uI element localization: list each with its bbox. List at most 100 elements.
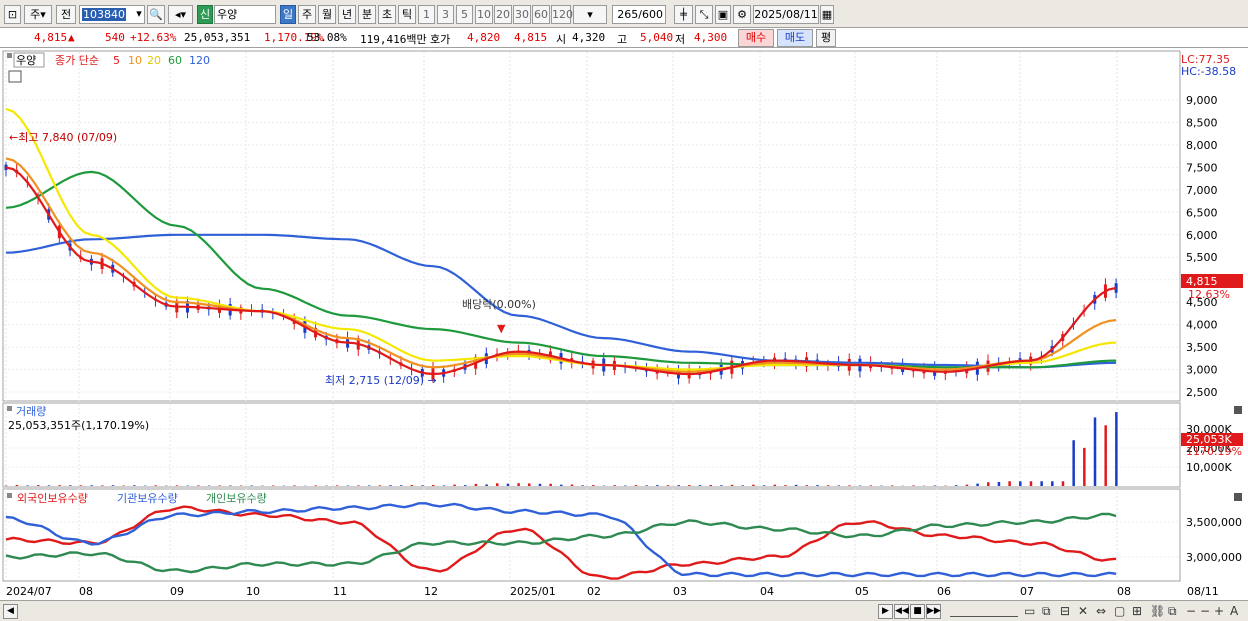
minute-3[interactable]: 3 (437, 5, 454, 24)
period-second[interactable]: 초 (378, 5, 396, 24)
date-field[interactable]: 2025/08/11 (753, 5, 819, 24)
period-year[interactable]: 년 (338, 5, 356, 24)
crosshair-icon[interactable]: ✕ (1078, 604, 1088, 619)
gallery-icon[interactable]: ⧉ (1168, 604, 1177, 619)
minute-1[interactable]: 1 (418, 5, 435, 24)
volume-bar (26, 485, 29, 486)
gear-icon[interactable]: ⚙ (733, 5, 751, 24)
x-axis-label: 04 (760, 585, 774, 598)
x-axis-label: 2025/01 (510, 585, 556, 598)
price-axis-ticks: 2,5003,0003,5004,0004,5005,0005,5006,000… (1186, 94, 1218, 399)
draw-tool-icon[interactable]: ⤡ (695, 5, 713, 24)
buy-button[interactable]: 매수 (738, 29, 774, 47)
minute-120[interactable]: 120 (551, 5, 573, 24)
volume-bar (485, 484, 488, 486)
grid-toggle-icon[interactable] (8, 70, 22, 83)
candle-icon[interactable]: ╪ (674, 5, 693, 24)
period-month[interactable]: 월 (318, 5, 336, 24)
volume-bar (37, 485, 40, 486)
ask-price-1: 4,820 (467, 31, 501, 44)
period-tick[interactable]: 틱 (398, 5, 416, 24)
zoom-in-icon[interactable]: + (1214, 604, 1224, 619)
x-axis-label: 10 (246, 585, 260, 598)
fast-forward-icon[interactable]: ▶▶ (926, 604, 941, 619)
minus-icon[interactable]: − (1200, 604, 1210, 619)
layout-icon[interactable]: ▭ (1024, 604, 1035, 619)
volume-bar (1115, 412, 1118, 486)
speaker-icon[interactable]: ◂▾ (168, 5, 193, 24)
price-tick-label: 7,500 (1186, 161, 1218, 174)
legend-individual: 개인보유수량 (206, 492, 267, 505)
zoom-out-icon[interactable]: − (1186, 604, 1196, 619)
legend-foreign: 외국인보유수량 (17, 492, 88, 505)
rewind-icon[interactable]: ◀◀ (894, 604, 909, 619)
high-price: 5,040 (640, 31, 674, 44)
minute-60[interactable]: 60 (532, 5, 550, 24)
tile-icon[interactable]: ⊞ (1132, 604, 1142, 619)
evaluate-button[interactable]: 평 (816, 29, 836, 47)
calendar-icon[interactable]: ▦ (820, 5, 834, 24)
resize-icon[interactable]: ⇔ (1096, 604, 1106, 619)
turnover-rate: 53.08% (307, 31, 347, 44)
x-axis-label: 02 (587, 585, 601, 598)
volume-bar (367, 485, 371, 486)
copy-icon[interactable]: ⧉ (1042, 604, 1051, 619)
volume-bar (752, 484, 755, 486)
split-icon[interactable]: ⊟ (1060, 604, 1070, 619)
volume-close-icon[interactable] (1234, 406, 1242, 414)
custom-period-select[interactable]: ▾ (573, 5, 607, 24)
volume-bar (90, 485, 93, 486)
chevron-down-icon[interactable]: ▾ (133, 5, 145, 24)
minute-10[interactable]: 10 (475, 5, 493, 24)
count-input[interactable]: 265/600 (612, 5, 666, 24)
period-minute[interactable]: 분 (358, 5, 376, 24)
window-icon[interactable]: ⊡ (4, 5, 21, 24)
font-size-icon[interactable]: A (1230, 604, 1238, 619)
prev-button[interactable]: 전 (56, 5, 76, 24)
save-icon[interactable]: ▣ (715, 5, 731, 24)
stop-icon[interactable]: ■ (910, 604, 925, 619)
price-tick-label: 3,000 (1186, 364, 1218, 377)
stock-name-field[interactable]: 우양 (214, 5, 276, 24)
volume-bar (453, 484, 456, 486)
volume-bar (538, 483, 542, 486)
period-day[interactable]: 일 (280, 5, 296, 24)
volume-bar (154, 485, 157, 486)
price-chart[interactable]: 우양 종가 단순 5 10 20 60 120 ←최고 7,840 (07/09… (0, 49, 1248, 600)
volume-bar (1029, 481, 1033, 486)
volume-bar (496, 483, 499, 486)
holdings-close-icon[interactable] (1234, 493, 1242, 501)
volume-value: 25,053,351 (184, 31, 251, 44)
scroll-left-icon[interactable]: ◀ (3, 604, 18, 619)
search-icon[interactable]: 🔍 (147, 5, 165, 24)
count-value: 265 (617, 8, 639, 21)
volume-bar (549, 483, 552, 486)
price-tick-label: 6,500 (1186, 206, 1218, 219)
volume-bar (955, 485, 958, 486)
link-icon[interactable]: ⛓ (1150, 604, 1165, 619)
period-week[interactable]: 주 (298, 5, 316, 24)
ma-60-label: 60 (168, 54, 182, 67)
minute-20[interactable]: 20 (494, 5, 512, 24)
chart-scrollbar[interactable]: ◀ ▶ ◀◀ ■ ▶▶ ▭ ⧉ ⊟ ✕ ⇔ ▢ ⊞ ⛓ ⧉ − − + A (0, 600, 1248, 621)
volume-bar (826, 485, 830, 486)
volume-bar (837, 485, 841, 486)
volume-bar (442, 485, 446, 486)
period-select[interactable]: 주▾ (24, 5, 52, 24)
x-axis-label: 08 (79, 585, 93, 598)
volume-bar (933, 485, 937, 486)
volume-bar (592, 485, 595, 486)
volume-bar (463, 485, 467, 486)
volume-bar (431, 484, 435, 486)
volume-bar (133, 485, 136, 486)
volume-bar (410, 485, 414, 486)
minute-5[interactable]: 5 (456, 5, 473, 24)
ma-label: 종가 단순 (55, 54, 99, 67)
price-tick-label: 5,500 (1186, 251, 1218, 264)
window-icon-2[interactable]: ▢ (1114, 604, 1125, 619)
zoom-slider[interactable] (950, 607, 1018, 617)
minute-30[interactable]: 30 (513, 5, 531, 24)
play-icon[interactable]: ▶ (878, 604, 893, 619)
volume-bar (794, 484, 798, 486)
sell-button[interactable]: 매도 (777, 29, 813, 47)
